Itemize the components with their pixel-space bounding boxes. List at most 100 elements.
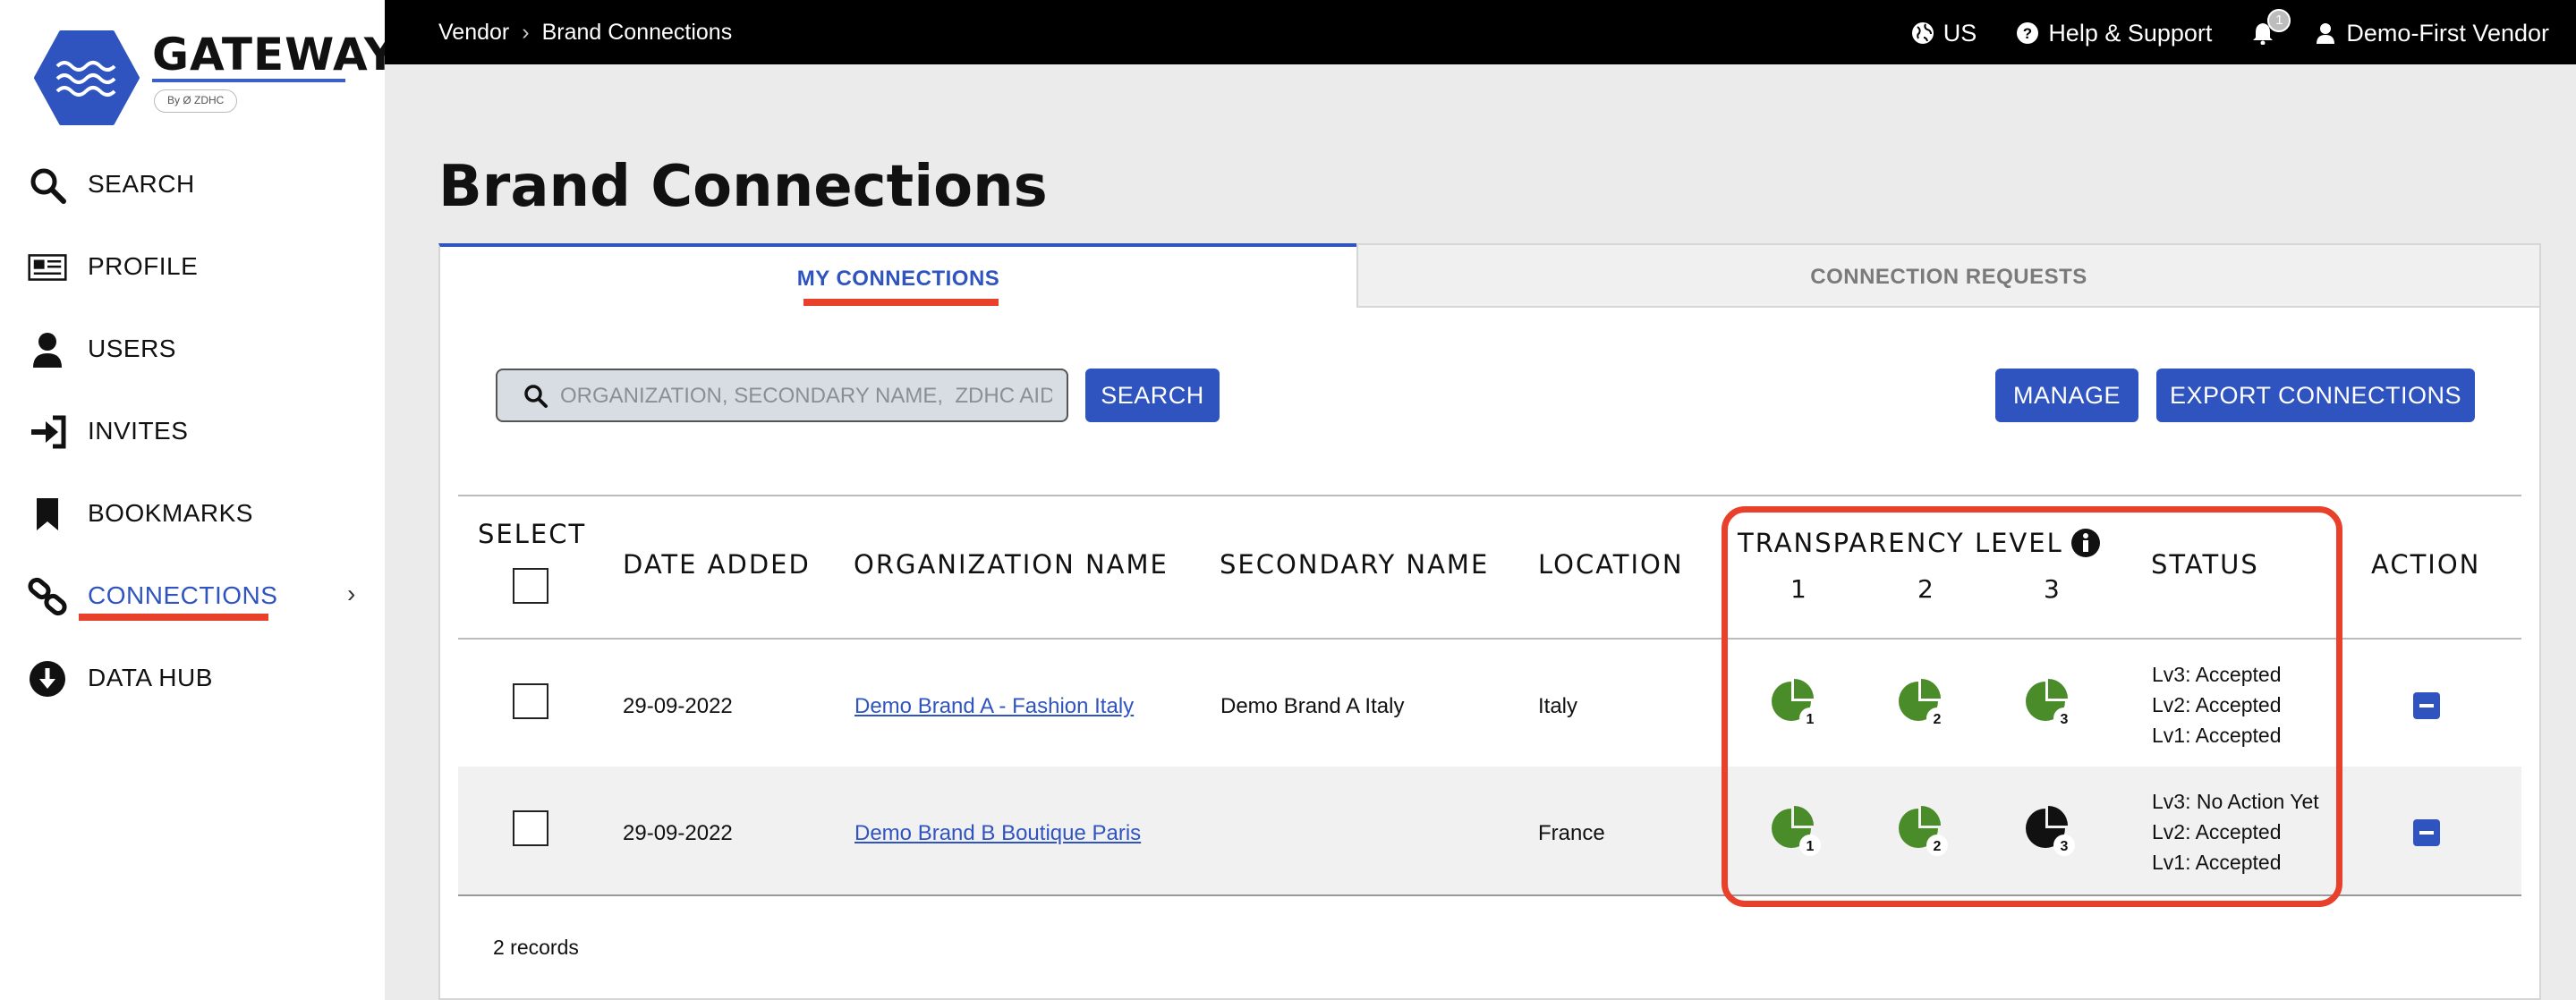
download-circle-icon bbox=[27, 658, 68, 699]
active-underline bbox=[79, 614, 268, 621]
row-2-remove-connection-button[interactable] bbox=[2413, 819, 2440, 846]
sidebar-item-label: BOOKMARKS bbox=[88, 499, 253, 527]
row-1-location: Italy bbox=[1538, 694, 1578, 718]
column-header-secondary-name[interactable]: SECONDARY NAME bbox=[1220, 549, 1489, 580]
search-input[interactable] bbox=[560, 379, 1052, 413]
row-1-secondary-name: Demo Brand A Italy bbox=[1220, 694, 1405, 718]
column-header-organization-name[interactable]: ORGANIZATION NAME bbox=[854, 549, 1169, 580]
sidebar-item-label: CONNECTIONS bbox=[88, 581, 278, 609]
logo-rule bbox=[152, 79, 345, 82]
row-1-remove-connection-button[interactable] bbox=[2413, 692, 2440, 719]
row-1-status-lv2: Lv2: Accepted bbox=[2152, 693, 2282, 716]
row-1-checkbox[interactable] bbox=[513, 683, 548, 719]
row-2-level-3-pie-icon[interactable]: 3 bbox=[2024, 805, 2076, 857]
row-2-status-lv1: Lv1: Accepted bbox=[2152, 851, 2282, 874]
search-icon bbox=[27, 165, 68, 206]
sign-in-icon bbox=[27, 411, 68, 453]
column-header-date-added[interactable]: DATE ADDED bbox=[623, 549, 811, 580]
top-right-actions: US ? Help & Support 1 Demo-First Vendor bbox=[1911, 9, 2549, 48]
active-tab-underline bbox=[803, 299, 999, 306]
sidebar-item-label: DATA HUB bbox=[88, 664, 213, 691]
sidebar-item-profile[interactable]: PROFILE bbox=[0, 225, 385, 308]
notification-badge: 1 bbox=[2267, 9, 2291, 32]
sidebar-item-invites[interactable]: INVITES bbox=[0, 390, 385, 472]
newspaper-icon bbox=[27, 247, 68, 288]
export-connections-button[interactable]: EXPORT CONNECTIONS bbox=[2156, 369, 2475, 422]
column-header-action: ACTION bbox=[2371, 549, 2481, 580]
user-icon bbox=[27, 329, 68, 370]
question-circle-icon: ? bbox=[2017, 22, 2039, 44]
user-icon bbox=[2317, 23, 2335, 44]
help-support-label: Help & Support bbox=[2048, 19, 2213, 47]
search-field-wrapper bbox=[496, 369, 1068, 422]
tab-label: CONNECTION REQUESTS bbox=[1810, 265, 2087, 289]
user-menu[interactable]: Demo-First Vendor bbox=[2314, 20, 2549, 47]
level-badge-number: 1 bbox=[1807, 712, 1815, 727]
table-top-border bbox=[458, 495, 2521, 496]
row-2-level-2-pie-icon[interactable]: 2 bbox=[1897, 805, 1949, 857]
sidebar: GATEWAY By Ø ZDHC SEARCH PROFILE USERS I… bbox=[0, 0, 396, 1000]
row-1-status-lv3: Lv3: Accepted bbox=[2152, 663, 2282, 686]
row-1-level-3-pie-icon[interactable]: 3 bbox=[2024, 678, 2076, 730]
gateway-hexagon-icon bbox=[34, 30, 140, 125]
svg-text:?: ? bbox=[2023, 25, 2032, 42]
level-badge-number: 3 bbox=[2061, 712, 2069, 727]
logo-wordmark: GATEWAY bbox=[152, 29, 398, 81]
row-2-status-lv3: Lv3: No Action Yet bbox=[2152, 790, 2319, 813]
row-1-level-2-pie-icon[interactable]: 2 bbox=[1897, 678, 1949, 730]
sidebar-item-label: PROFILE bbox=[88, 252, 199, 280]
gateway-logo[interactable]: GATEWAY By Ø ZDHC bbox=[34, 25, 396, 132]
sidebar-item-connections[interactable]: CONNECTIONS › bbox=[0, 555, 385, 637]
row-1-organization-link[interactable]: Demo Brand A - Fashion Italy bbox=[854, 694, 1134, 719]
chevron-right-icon[interactable]: › bbox=[347, 580, 355, 608]
table-header-border bbox=[458, 638, 2521, 640]
sidebar-item-label: USERS bbox=[88, 335, 176, 362]
region-label: US bbox=[1943, 19, 1977, 47]
sidebar-item-users[interactable]: USERS bbox=[0, 308, 385, 390]
level-badge-number: 2 bbox=[1934, 712, 1942, 727]
manage-button[interactable]: MANAGE bbox=[1995, 369, 2138, 422]
tab-bar: MY CONNECTIONS CONNECTION REQUESTS bbox=[438, 243, 2541, 308]
sidebar-nav: SEARCH PROFILE USERS INVITES BOOKMARKS C… bbox=[0, 143, 385, 719]
breadcrumb-current: Brand Connections bbox=[541, 20, 733, 45]
level-badge-number: 3 bbox=[2061, 839, 2069, 854]
row-2-organization-link[interactable]: Demo Brand B Boutique Paris bbox=[854, 821, 1141, 846]
info-icon[interactable] bbox=[2070, 528, 2101, 558]
level-badge-number: 2 bbox=[1934, 839, 1942, 854]
sidebar-item-bookmarks[interactable]: BOOKMARKS bbox=[0, 472, 385, 555]
bookmark-icon bbox=[27, 494, 68, 535]
notifications-button[interactable]: 1 bbox=[2251, 9, 2291, 45]
breadcrumb-separator-icon: › bbox=[522, 20, 530, 45]
column-header-location[interactable]: LOCATION bbox=[1538, 549, 1684, 580]
search-button[interactable]: SEARCH bbox=[1085, 369, 1220, 422]
help-support-link[interactable]: ? Help & Support bbox=[2016, 20, 2212, 47]
row-2-location: France bbox=[1538, 821, 1605, 845]
row-2-level-1-pie-icon[interactable]: 1 bbox=[1770, 805, 1822, 857]
globe-icon bbox=[1911, 22, 1934, 44]
breadcrumb-vendor[interactable]: Vendor bbox=[438, 20, 509, 46]
region-selector[interactable]: US bbox=[1911, 20, 1977, 47]
column-header-transparency-level: TRANSPARENCY LEVEL bbox=[1738, 528, 2063, 558]
sidebar-item-label: INVITES bbox=[88, 417, 189, 445]
top-bar: Vendor › Brand Connections US ? Help & S… bbox=[385, 0, 2576, 64]
row-2-status-lv2: Lv2: Accepted bbox=[2152, 820, 2282, 843]
tab-label: MY CONNECTIONS bbox=[796, 267, 1000, 291]
page-title: Brand Connections bbox=[438, 154, 1048, 220]
select-all-checkbox[interactable] bbox=[513, 568, 548, 604]
search-icon bbox=[524, 385, 548, 408]
sidebar-item-label: SEARCH bbox=[88, 170, 195, 198]
link-icon bbox=[27, 576, 68, 617]
transparency-level-3-header: 3 bbox=[2044, 574, 2060, 604]
breadcrumb: Vendor › Brand Connections bbox=[438, 20, 732, 46]
column-header-select: SELECT bbox=[478, 519, 587, 549]
row-1-status-lv1: Lv1: Accepted bbox=[2152, 724, 2282, 747]
sidebar-item-search[interactable]: SEARCH bbox=[0, 143, 385, 225]
tab-connection-requests[interactable]: CONNECTION REQUESTS bbox=[1356, 243, 2541, 308]
transparency-level-2-header: 2 bbox=[1917, 574, 1934, 604]
sidebar-item-data-hub[interactable]: DATA HUB bbox=[0, 637, 385, 719]
row-2-date-added: 29-09-2022 bbox=[623, 821, 733, 845]
row-2-checkbox[interactable] bbox=[513, 810, 548, 846]
tab-my-connections[interactable]: MY CONNECTIONS bbox=[438, 243, 1356, 308]
logo-by-zdhc: By Ø ZDHC bbox=[154, 89, 238, 113]
row-1-level-1-pie-icon[interactable]: 1 bbox=[1770, 678, 1822, 730]
